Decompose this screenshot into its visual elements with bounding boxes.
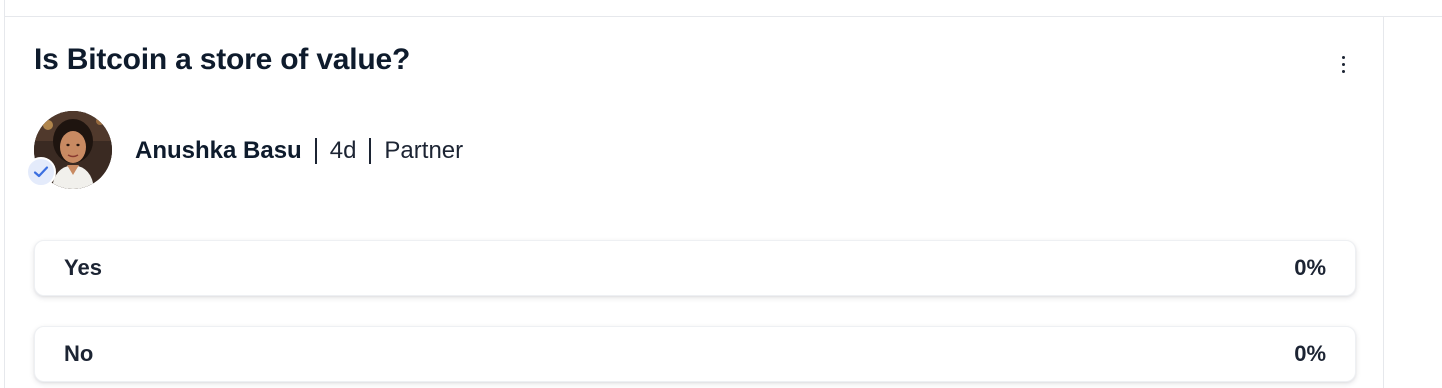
more-vertical-icon — [1341, 55, 1345, 59]
poll-option-yes[interactable]: Yes 0% — [34, 240, 1356, 296]
poll-option-no[interactable]: No 0% — [34, 326, 1356, 382]
author-avatar-wrapper — [26, 111, 112, 189]
post-title: Is Bitcoin a store of value? — [34, 43, 411, 76]
more-options-button[interactable] — [1329, 49, 1357, 79]
author-name[interactable]: Anushka Basu — [135, 137, 302, 165]
meta-separator — [369, 138, 372, 164]
page: Is Bitcoin a store of value? Anushka Bas… — [0, 0, 1442, 388]
poll-option-percent: 0% — [1294, 341, 1326, 366]
poll-option-label: No — [64, 341, 94, 366]
poll-option-label: Yes — [64, 255, 102, 280]
more-vertical-icon-dot — [1341, 69, 1345, 73]
author-meta-row: Anushka Basu 4d Partner — [135, 134, 463, 168]
author-role: Partner — [384, 137, 464, 164]
poll-option-percent: 0% — [1294, 255, 1326, 280]
poll-post-card: Is Bitcoin a store of value? Anushka Bas… — [4, 16, 1384, 388]
divider — [4, 0, 5, 16]
checkmark-icon — [33, 166, 49, 178]
post-time: 4d — [329, 137, 357, 164]
more-vertical-icon-dot — [1341, 62, 1345, 66]
meta-separator — [314, 138, 317, 164]
verified-badge — [26, 157, 56, 187]
